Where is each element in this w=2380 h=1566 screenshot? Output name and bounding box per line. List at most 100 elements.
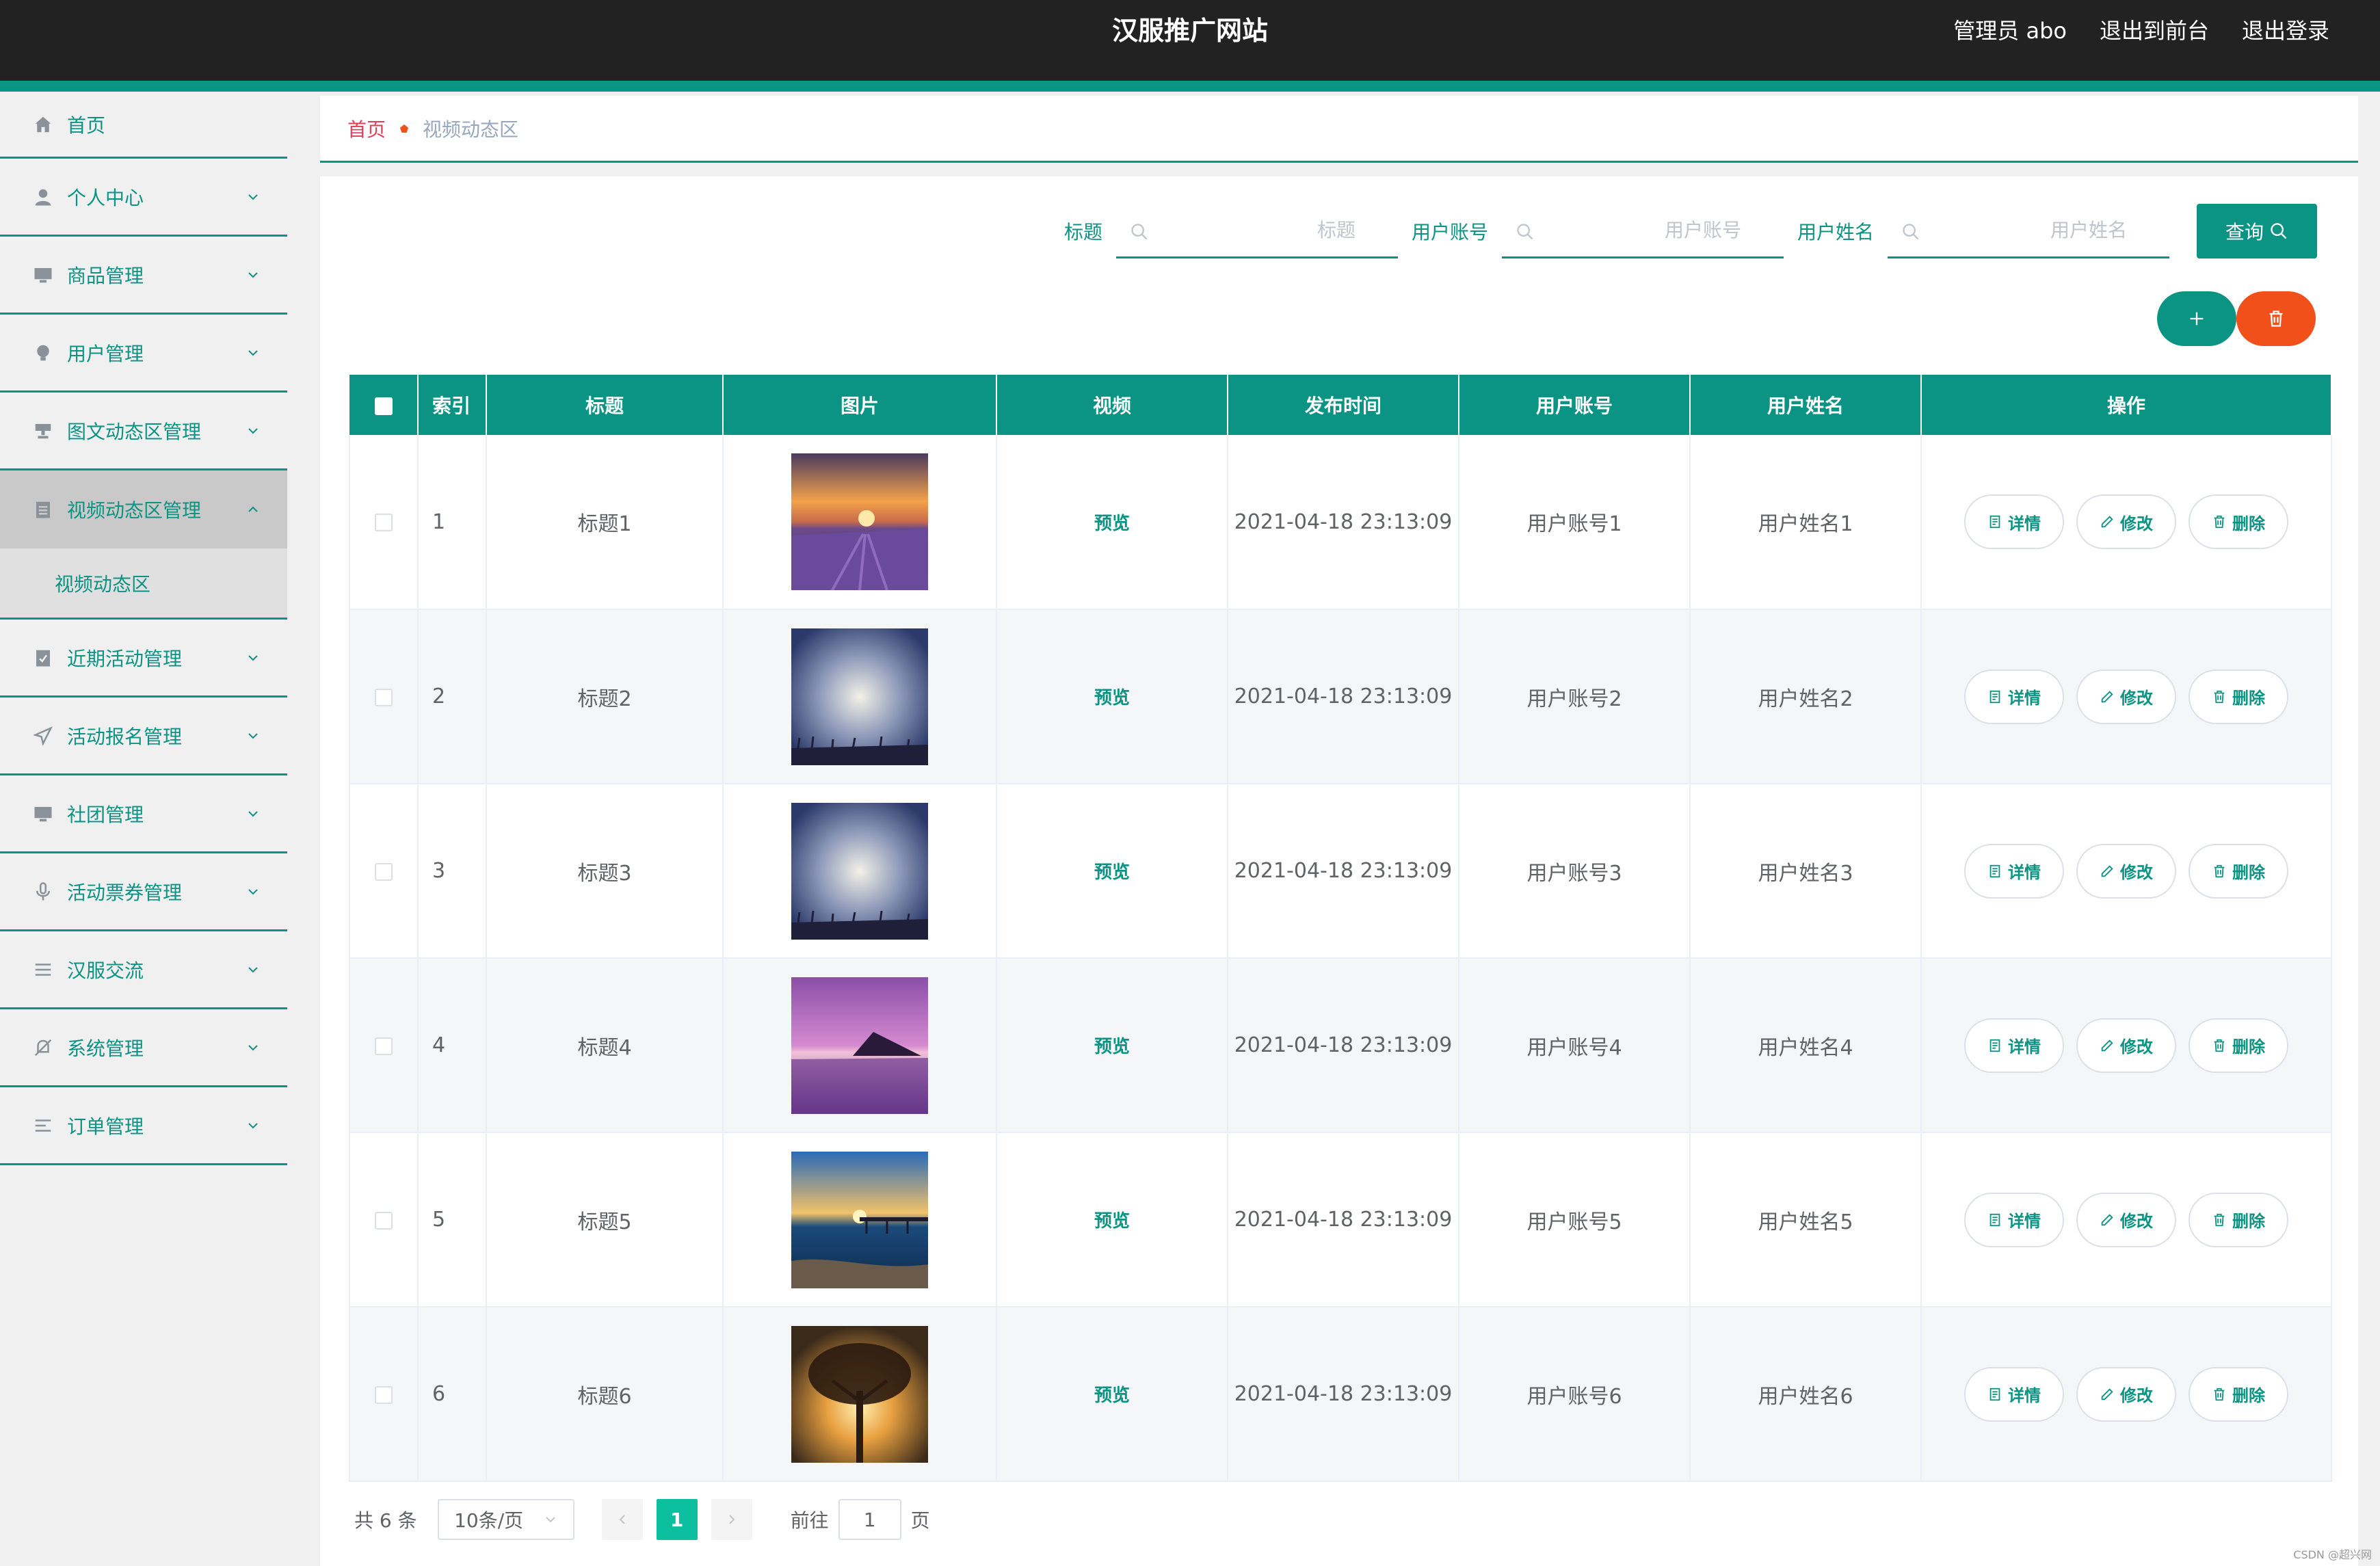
row-checkbox[interactable] — [375, 1037, 393, 1055]
video-cell: 预览 — [996, 435, 1228, 610]
edit-button-label: 修改 — [2120, 863, 2153, 882]
detail-button[interactable]: 详情 — [1964, 494, 2064, 549]
sidebar-item-label: 个人中心 — [67, 186, 144, 209]
publish-time-cell: 2021-04-18 23:13:09 — [1228, 784, 1459, 959]
prev-page-button[interactable] — [601, 1499, 643, 1540]
pagination: 共 6 条 10条/页 1 前往 页 — [354, 1499, 930, 1540]
video-cell: 预览 — [996, 609, 1228, 784]
edit-button[interactable]: 修改 — [2076, 1192, 2176, 1247]
sidebar-subitem-video-feed[interactable]: 视频动态区 — [0, 548, 287, 620]
thumbnail-image — [791, 453, 928, 590]
exit-to-front-link[interactable]: 退出到前台 — [2100, 14, 2209, 45]
publish-time-cell: 2021-04-18 23:13:09 — [1228, 435, 1459, 610]
menu-lines-icon — [33, 1115, 53, 1136]
preview-link[interactable]: 预览 — [1094, 1037, 1130, 1057]
chevron-down-icon — [248, 810, 258, 817]
query-button[interactable]: 查询 — [2197, 204, 2317, 258]
sidebar-item-users[interactable]: 用户管理 — [0, 315, 287, 393]
chevron-down-icon — [248, 732, 258, 739]
row-select-cell — [349, 435, 419, 610]
delete-button[interactable]: 删除 — [2189, 1366, 2288, 1422]
actions-cell: 详情 修改 删除 — [1921, 784, 2332, 959]
delete-button[interactable]: 删除 — [2189, 1018, 2288, 1073]
row-checkbox[interactable] — [375, 1385, 393, 1404]
sidebar-item-article-feed[interactable]: 图文动态区管理 — [0, 393, 287, 470]
title-cell: 标题2 — [486, 609, 724, 784]
edit-button[interactable]: 修改 — [2076, 1366, 2176, 1422]
detail-button[interactable]: 详情 — [1964, 1366, 2064, 1422]
sidebar-item-label: 活动票券管理 — [67, 881, 183, 904]
sidebar-item-profile[interactable]: 个人中心 — [0, 159, 287, 237]
name-search-input[interactable] — [1929, 204, 2127, 256]
row-checkbox[interactable] — [375, 1211, 393, 1230]
next-page-button[interactable] — [711, 1499, 752, 1540]
title-search-input[interactable] — [1156, 204, 1356, 256]
preview-link[interactable]: 预览 — [1094, 1211, 1130, 1232]
sidebar-item-video-feed[interactable]: 视频动态区管理 — [0, 470, 287, 548]
trash-icon — [2214, 1039, 2225, 1052]
edit-icon — [2101, 864, 2113, 877]
column-header: 发布时间 — [1228, 375, 1459, 435]
detail-button[interactable]: 详情 — [1964, 669, 2064, 724]
sidebar-item-system[interactable]: 系统管理 — [0, 1009, 287, 1087]
preview-link[interactable]: 预览 — [1094, 514, 1130, 534]
name-cell: 用户姓名4 — [1690, 958, 1922, 1133]
trash-icon — [2214, 864, 2225, 877]
preview-link[interactable]: 预览 — [1094, 862, 1130, 883]
bulb-icon — [33, 343, 53, 363]
edit-button[interactable]: 修改 — [2076, 669, 2176, 724]
row-checkbox[interactable] — [375, 514, 393, 531]
table-header-row: 索引 标题 图片 视频 发布时间 用户账号 用户姓名 操作 — [349, 375, 2332, 435]
account-search-input[interactable] — [1542, 204, 1741, 256]
delete-button[interactable]: 删除 — [2189, 669, 2288, 724]
chevron-down-icon — [248, 1044, 258, 1050]
batch-delete-button[interactable] — [2236, 291, 2316, 346]
edit-button[interactable]: 修改 — [2076, 843, 2176, 899]
account-cell: 用户账号2 — [1459, 609, 1691, 784]
edit-button-label: 修改 — [2120, 514, 2153, 533]
sidebar-item-hanfu-exchange[interactable]: 汉服交流 — [0, 931, 287, 1009]
detail-button[interactable]: 详情 — [1964, 843, 2064, 899]
page-size-select[interactable]: 10条/页 — [437, 1499, 574, 1540]
edit-button-label: 修改 — [2120, 1037, 2153, 1057]
search-icon — [1517, 224, 1533, 240]
bell-off-icon — [33, 1037, 53, 1058]
sidebar-item-recent-activity[interactable]: 近期活动管理 — [0, 620, 287, 698]
edit-button[interactable]: 修改 — [2076, 494, 2176, 549]
add-button[interactable] — [2157, 291, 2236, 346]
row-checkbox[interactable] — [375, 862, 393, 881]
data-table: 索引 标题 图片 视频 发布时间 用户账号 用户姓名 操作 1 标题1 预览 2021… — [349, 375, 2332, 1482]
select-all-checkbox[interactable] — [374, 397, 393, 415]
sidebar-item-orders[interactable]: 订单管理 — [0, 1087, 287, 1165]
goto-label: 前往 — [790, 1509, 829, 1532]
thumbnail-image — [791, 628, 928, 765]
sidebar-item-label: 图文动态区管理 — [67, 420, 202, 443]
logout-link[interactable]: 退出登录 — [2242, 14, 2329, 45]
detail-button[interactable]: 详情 — [1964, 1192, 2064, 1247]
chevron-down-icon — [248, 194, 258, 200]
delete-button[interactable]: 删除 — [2189, 1192, 2288, 1247]
page-number-current[interactable]: 1 — [656, 1499, 698, 1540]
video-cell: 预览 — [996, 1307, 1228, 1482]
trash-icon — [2269, 310, 2283, 327]
sidebar-item-goods[interactable]: 商品管理 — [0, 237, 287, 315]
breadcrumb-home[interactable]: 首页 — [347, 115, 386, 142]
plus-icon — [2190, 312, 2204, 326]
delete-button[interactable]: 删除 — [2189, 843, 2288, 899]
delete-button[interactable]: 删除 — [2189, 494, 2288, 549]
goto-page-input[interactable] — [838, 1499, 901, 1540]
preview-link[interactable]: 预览 — [1094, 1385, 1130, 1406]
admin-label: 管理员 abo — [1953, 18, 2067, 44]
column-header: 视频 — [996, 375, 1228, 435]
sidebar-item-activity-signup[interactable]: 活动报名管理 — [0, 698, 287, 775]
thumbnail-image — [791, 977, 928, 1114]
detail-button[interactable]: 详情 — [1964, 1018, 2064, 1073]
sidebar-item-tickets[interactable]: 活动票券管理 — [0, 853, 287, 931]
sidebar-item-home[interactable]: 首页 — [0, 92, 287, 159]
sidebar-item-label: 首页 — [67, 114, 106, 137]
edit-icon — [2101, 690, 2113, 702]
preview-link[interactable]: 预览 — [1094, 688, 1130, 708]
sidebar-item-club[interactable]: 社团管理 — [0, 775, 287, 853]
edit-button[interactable]: 修改 — [2076, 1018, 2176, 1073]
row-checkbox[interactable] — [375, 688, 393, 706]
